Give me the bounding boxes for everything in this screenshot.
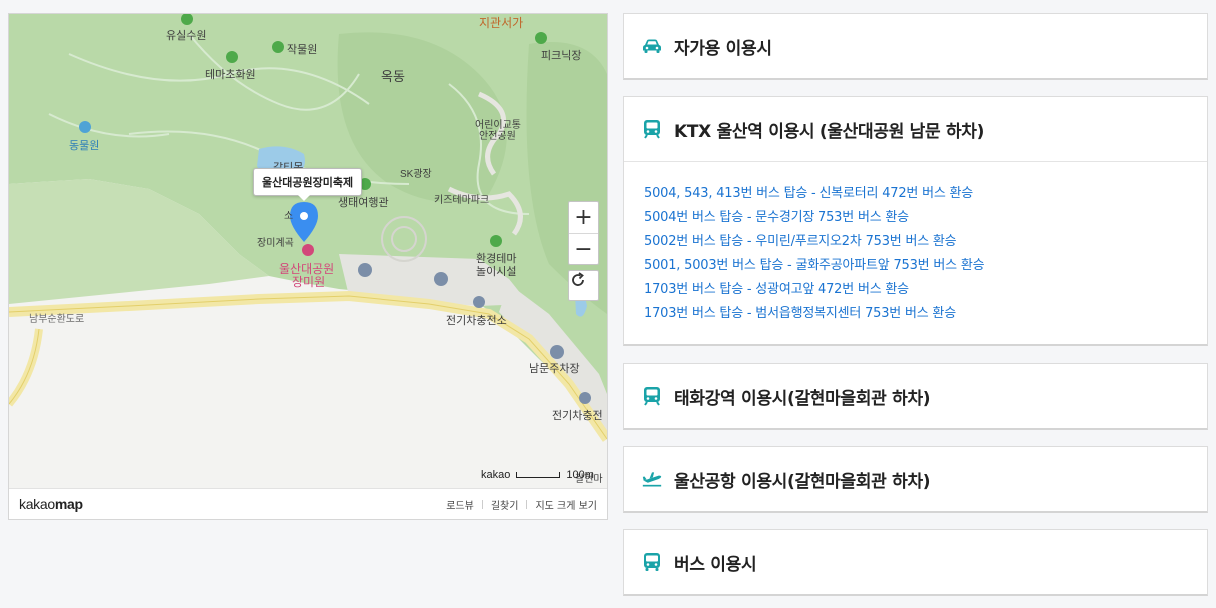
panel-taehwagang: 태화강역 이용시(갈현마을회관 하차): [623, 363, 1208, 430]
map-label: 테마초화원: [205, 69, 256, 81]
route-link[interactable]: 5004번 버스 탑승 - 문수경기장 753번 버스 환승: [644, 206, 1187, 230]
train-icon: [642, 119, 662, 139]
route-link[interactable]: 5001, 5003번 버스 탑승 - 굴화주공아파트앞 753번 버스 환승: [644, 254, 1187, 278]
map-label: 남문주차장: [529, 363, 580, 375]
route-link[interactable]: 5004, 543, 413번 버스 탑승 - 신복로터리 472번 버스 환승: [644, 182, 1187, 206]
panel-taehwagang-header[interactable]: 태화강역 이용시(갈현마을회관 하차): [624, 364, 1207, 428]
panel-taehwagang-title: 태화강역 이용시(갈현마을회관 하차): [674, 388, 931, 409]
map-label: 장미계곡: [257, 238, 294, 249]
refresh-icon: [572, 272, 584, 286]
map-footer-links: 로드뷰 길찾기 지도 크게 보기: [446, 497, 597, 512]
map-background: [9, 14, 607, 488]
divider: [526, 499, 528, 509]
train-icon: [642, 386, 662, 406]
panel-bus: 버스 이용시: [623, 529, 1208, 596]
panel-bus-header[interactable]: 버스 이용시: [624, 530, 1207, 594]
panel-airport: 울산공항 이용시(갈현마을회관 하차): [623, 446, 1208, 513]
scale-bar: [516, 472, 561, 478]
panel-car-title: 자가용 이용시: [674, 38, 772, 59]
reset-map-button[interactable]: [568, 270, 599, 301]
panel-ktx-header[interactable]: KTX 울산역 이용시 (울산대공원 남문 하차): [624, 97, 1207, 161]
map-label: SK광장: [400, 169, 432, 180]
map-label: 유실수원: [166, 30, 207, 42]
map-label: 소: [284, 211, 294, 222]
route-link[interactable]: 5002번 버스 탑승 - 우미린/푸르지오2차 753번 버스 환승: [644, 230, 1187, 254]
page: 유실수원 작물원 테마초화원 옥동 지관서가 피크닉장 동물원 어린이교통 안전…: [0, 0, 1216, 608]
map-label: 피크닉장: [541, 50, 582, 62]
route-link[interactable]: 1703번 버스 탑승 - 범서읍행정복지센터 753번 버스 환승: [644, 302, 1187, 326]
map-road-label: 남부순환도로: [29, 314, 85, 325]
view-larger-map-link[interactable]: 지도 크게 보기: [535, 497, 597, 512]
zoom-control: + −: [568, 201, 599, 265]
roadview-link[interactable]: 로드뷰: [446, 497, 474, 512]
map-canvas[interactable]: 유실수원 작물원 테마초화원 옥동 지관서가 피크닉장 동물원 어린이교통 안전…: [9, 14, 607, 488]
panel-ktx: KTX 울산역 이용시 (울산대공원 남문 하차) 5004, 543, 413…: [623, 96, 1208, 346]
map-label: 동물원: [69, 140, 100, 152]
logo-light: kakao: [19, 496, 55, 512]
panel-car: 자가용 이용시: [623, 13, 1208, 80]
map-label: 키즈테마파크: [434, 195, 490, 206]
logo-bold: map: [54, 496, 83, 512]
scale-brand: kakao: [481, 469, 511, 481]
map-footer: kakaomap 로드뷰 길찾기 지도 크게 보기: [9, 488, 607, 519]
bus-icon: [642, 552, 662, 572]
airplane-icon: [642, 469, 662, 489]
panel-bus-title: 버스 이용시: [674, 554, 757, 575]
kakaomap-logo[interactable]: kakaomap: [19, 496, 83, 512]
map-label: 전기차충전: [552, 410, 603, 422]
map-label: 안전공원: [479, 131, 516, 142]
map-label: 전기차충전소: [446, 315, 507, 327]
zoom-out-button[interactable]: −: [569, 233, 598, 264]
zoom-in-button[interactable]: +: [569, 202, 598, 233]
directions-link[interactable]: 길찾기: [491, 497, 519, 512]
scale-value: 100m: [566, 469, 594, 481]
map-label: 생태여행관: [338, 197, 389, 209]
map-label: 지관서가: [479, 16, 524, 30]
panel-ktx-routes: 5004, 543, 413번 버스 탑승 - 신복로터리 472번 버스 환승…: [624, 161, 1207, 344]
panel-ktx-title: KTX 울산역 이용시 (울산대공원 남문 하차): [674, 121, 985, 142]
map-label-rose-garden-line2: 장미원: [292, 275, 326, 289]
divider: [481, 499, 483, 509]
panel-car-header[interactable]: 자가용 이용시: [624, 14, 1207, 78]
route-link[interactable]: 1703번 버스 탑승 - 성광여고앞 472번 버스 환승: [644, 278, 1187, 302]
car-icon: [642, 36, 662, 56]
map-label: 놀이시설: [476, 266, 517, 278]
map-label: 옥동: [381, 69, 405, 84]
panel-airport-title: 울산공항 이용시(갈현마을회관 하차): [674, 471, 931, 492]
map-label: 작물원: [287, 44, 318, 56]
kakao-map[interactable]: 유실수원 작물원 테마초화원 옥동 지관서가 피크닉장 동물원 어린이교통 안전…: [8, 13, 608, 520]
map-callout[interactable]: 울산대공원장미축제: [253, 168, 363, 201]
map-scale: kakao 100m: [481, 469, 594, 481]
panel-airport-header[interactable]: 울산공항 이용시(갈현마을회관 하차): [624, 447, 1207, 511]
